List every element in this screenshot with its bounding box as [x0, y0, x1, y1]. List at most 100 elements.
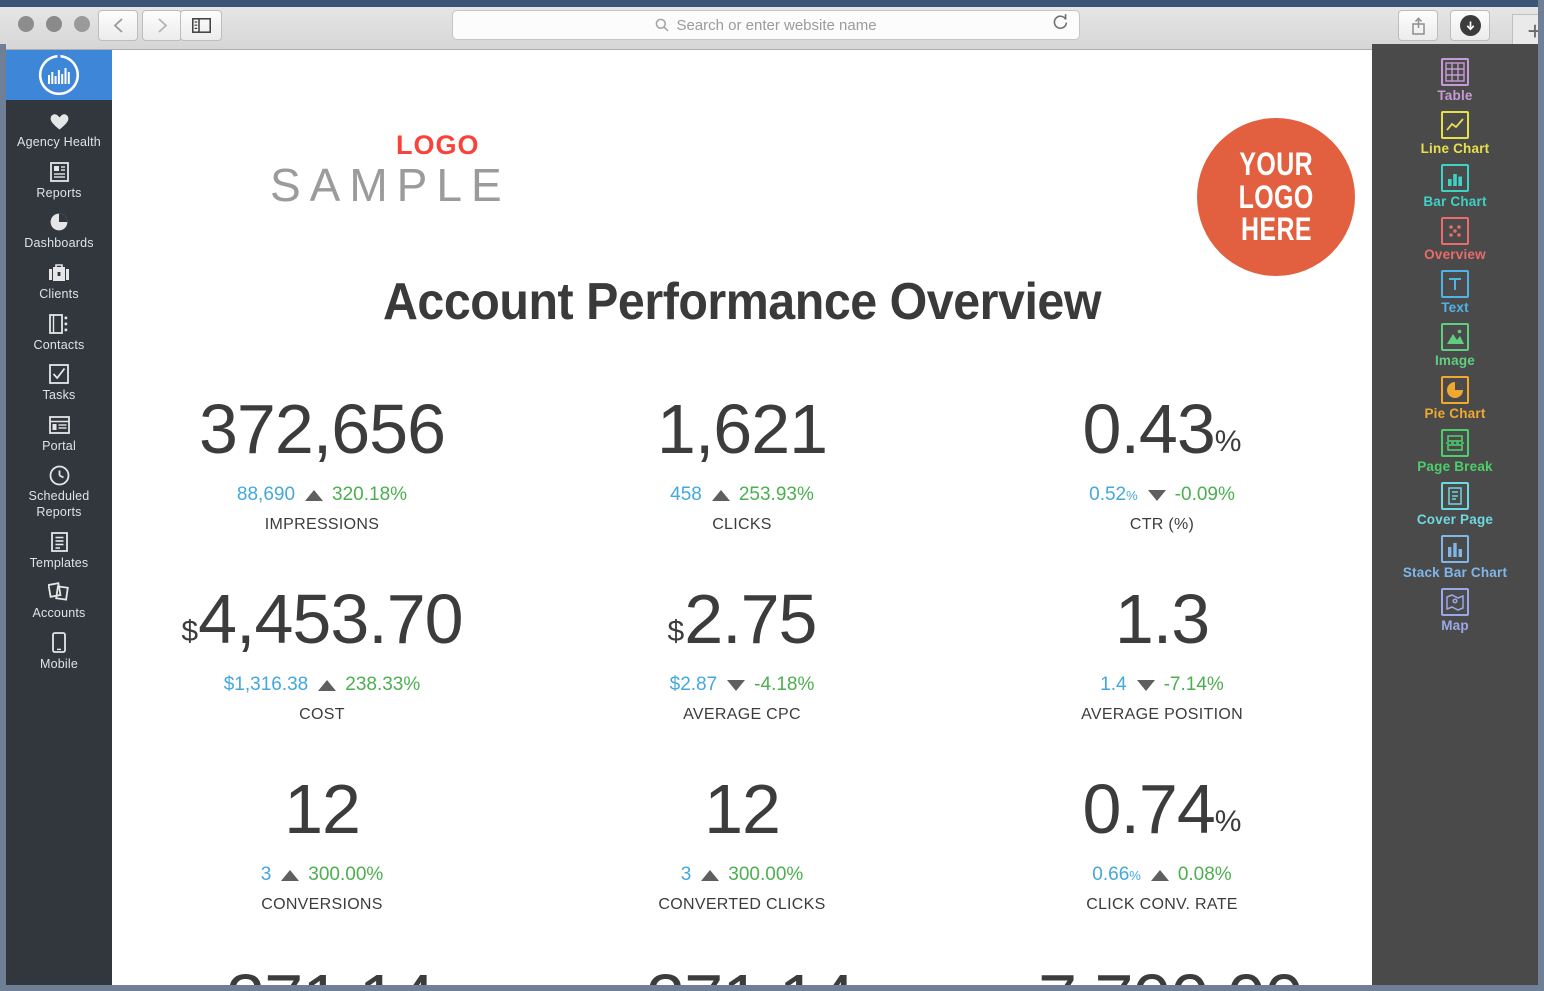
window-traffic-lights[interactable]: [18, 16, 90, 32]
widget-label: Bar Chart: [1423, 194, 1487, 209]
metric-value: 12: [112, 774, 532, 844]
reload-button[interactable]: [1052, 13, 1069, 37]
report-canvas: LOGO SAMPLE YOUR LOGO HERE Account Perfo…: [112, 50, 1372, 991]
metric-comparison: 88,690 320.18%: [112, 484, 532, 506]
metric-suffix: %: [1214, 425, 1242, 458]
sidebar-item-dashboards[interactable]: Dashboards: [6, 207, 112, 258]
widget-label: Table: [1437, 88, 1473, 103]
widget-label: Cover Page: [1416, 512, 1494, 527]
your-logo-here-badge: YOUR LOGO HERE: [1197, 118, 1355, 276]
overview-dots-icon: [1441, 217, 1469, 245]
widget-overview[interactable]: Overview: [1372, 217, 1538, 262]
sidebar-item-contacts[interactable]: Contacts: [6, 309, 112, 360]
sidebar-item-label: Contacts: [33, 337, 85, 352]
metric-label: AVERAGE CPC: [683, 706, 801, 723]
sidebar-toggle-button[interactable]: [180, 10, 222, 41]
sidebar-item-label: Reports: [36, 185, 82, 200]
metric-previous: 88,690: [236, 484, 296, 505]
metric-change: 300.00%: [308, 864, 384, 885]
widget-image[interactable]: Image: [1372, 323, 1538, 368]
badge-line-3: HERE: [1240, 211, 1312, 248]
widget-label: Stack Bar Chart: [1402, 565, 1508, 580]
metric-tile[interactable]: 0.43% 0.52% -0.09% CTR (%): [952, 380, 1372, 570]
forward-button[interactable]: [142, 10, 182, 41]
metric-label: CLICKS: [712, 516, 772, 533]
metric-previous: 3: [680, 864, 692, 885]
app-logo-icon: [38, 54, 80, 96]
metric-comparison: 0.66% 0.08%: [952, 864, 1372, 886]
metric-value: 0.43%: [952, 394, 1372, 464]
metric-number: 12: [704, 770, 781, 848]
metrics-grid: 372,656 88,690 320.18% IMPRESSIONS 1,621…: [112, 380, 1372, 991]
metric-label: CLICK CONV. RATE: [1086, 896, 1238, 913]
metric-prefix: $: [181, 615, 199, 648]
metric-number: 1,621: [656, 390, 828, 468]
metric-tile[interactable]: 1.3 1.4 -7.14% AVERAGE POSITION: [952, 570, 1372, 760]
search-icon: [655, 18, 669, 32]
sidebar-item-clients[interactable]: Clients: [6, 258, 112, 309]
checkbox-icon: [49, 363, 69, 385]
sidebar-item-label: Tasks: [42, 388, 76, 403]
app-logo[interactable]: [6, 50, 112, 100]
widget-map[interactable]: Map: [1372, 588, 1538, 633]
metric-change: 300.00%: [728, 864, 804, 885]
metric-comparison: 1.4 -7.14%: [952, 674, 1372, 696]
widget-label: Pie Chart: [1424, 406, 1486, 421]
sidebar-item-scheduled-reports[interactable]: Scheduled Reports: [6, 460, 112, 526]
sidebar-item-mobile[interactable]: Mobile: [6, 628, 112, 679]
widget-table[interactable]: Table: [1372, 58, 1538, 103]
metric-number: 0.43: [1082, 390, 1216, 468]
maximize-window-button[interactable]: [74, 16, 90, 32]
metric-value: $4,453.70: [112, 584, 532, 654]
address-bar[interactable]: Search or enter website name: [452, 10, 1080, 40]
metric-tile[interactable]: $4,453.70 $1,316.38 238.33% COST: [112, 570, 532, 760]
metric-tile[interactable]: 372,656 88,690 320.18% IMPRESSIONS: [112, 380, 532, 570]
sidebar-item-accounts[interactable]: Accounts: [6, 577, 112, 628]
trend-down-icon: [1136, 679, 1155, 691]
minimize-window-button[interactable]: [46, 16, 62, 32]
metric-change: -0.09%: [1174, 484, 1235, 505]
sidebar-item-label: Clients: [39, 286, 79, 301]
contacts-book-icon: [49, 313, 69, 335]
heart-icon: [49, 110, 70, 132]
sidebar-item-templates[interactable]: Templates: [6, 527, 112, 578]
line-chart-icon: [1441, 111, 1469, 139]
metric-tile[interactable]: 12 3 300.00% CONVERSIONS: [112, 760, 532, 950]
widget-page-break[interactable]: Page Break: [1372, 429, 1538, 474]
sidebar-toggle-icon: [191, 18, 211, 33]
widget-panel: Table Line Chart Bar Chart Overview Text: [1372, 44, 1538, 991]
widget-line-chart[interactable]: Line Chart: [1372, 111, 1538, 156]
sidebar-item-label: Portal: [42, 438, 76, 453]
widget-pie-chart[interactable]: Pie Chart: [1372, 376, 1538, 421]
metric-tile[interactable]: 0.74% 0.66% 0.08% CLICK CONV. RATE: [952, 760, 1372, 950]
metric-tile[interactable]: 12 3 300.00% CONVERTED CLICKS: [532, 760, 952, 950]
trend-up-icon: [711, 489, 730, 501]
sidebar-item-portal[interactable]: Portal: [6, 410, 112, 461]
metric-label: CTR (%): [1129, 516, 1195, 533]
close-window-button[interactable]: [18, 16, 34, 32]
metric-tile[interactable]: 1,621 458 253.93% CLICKS: [532, 380, 952, 570]
downloads-button[interactable]: [1450, 10, 1490, 41]
sidebar-item-agency-health[interactable]: Agency Health: [6, 106, 112, 157]
metric-previous: 0.66%: [1092, 864, 1141, 885]
trend-up-icon: [1150, 869, 1169, 881]
metric-previous: 458: [670, 484, 702, 505]
metric-tile[interactable]: $2.75 $2.87 -4.18% AVERAGE CPC: [532, 570, 952, 760]
metric-change: -7.14%: [1163, 674, 1224, 695]
sidebar-item-reports[interactable]: Reports: [6, 157, 112, 208]
metric-comparison: 0.52% -0.09%: [952, 484, 1372, 506]
widget-text[interactable]: Text: [1372, 270, 1538, 315]
metric-number: 4,453.70: [198, 580, 463, 658]
widget-stack-bar-chart[interactable]: Stack Bar Chart: [1372, 535, 1538, 580]
widget-cover-page[interactable]: Cover Page: [1372, 482, 1538, 527]
browser-toolbar: Search or enter website name +: [0, 0, 1544, 54]
pie-chart-icon: [1441, 376, 1469, 404]
sidebar-item-tasks[interactable]: Tasks: [6, 359, 112, 410]
metric-change: 253.93%: [738, 484, 814, 505]
back-button[interactable]: [98, 10, 138, 41]
image-mountain-icon: [1441, 323, 1469, 351]
badge-line-1: YOUR: [1239, 146, 1313, 183]
share-button[interactable]: [1398, 10, 1438, 41]
widget-bar-chart[interactable]: Bar Chart: [1372, 164, 1538, 209]
metric-number: 2.75: [684, 580, 817, 658]
